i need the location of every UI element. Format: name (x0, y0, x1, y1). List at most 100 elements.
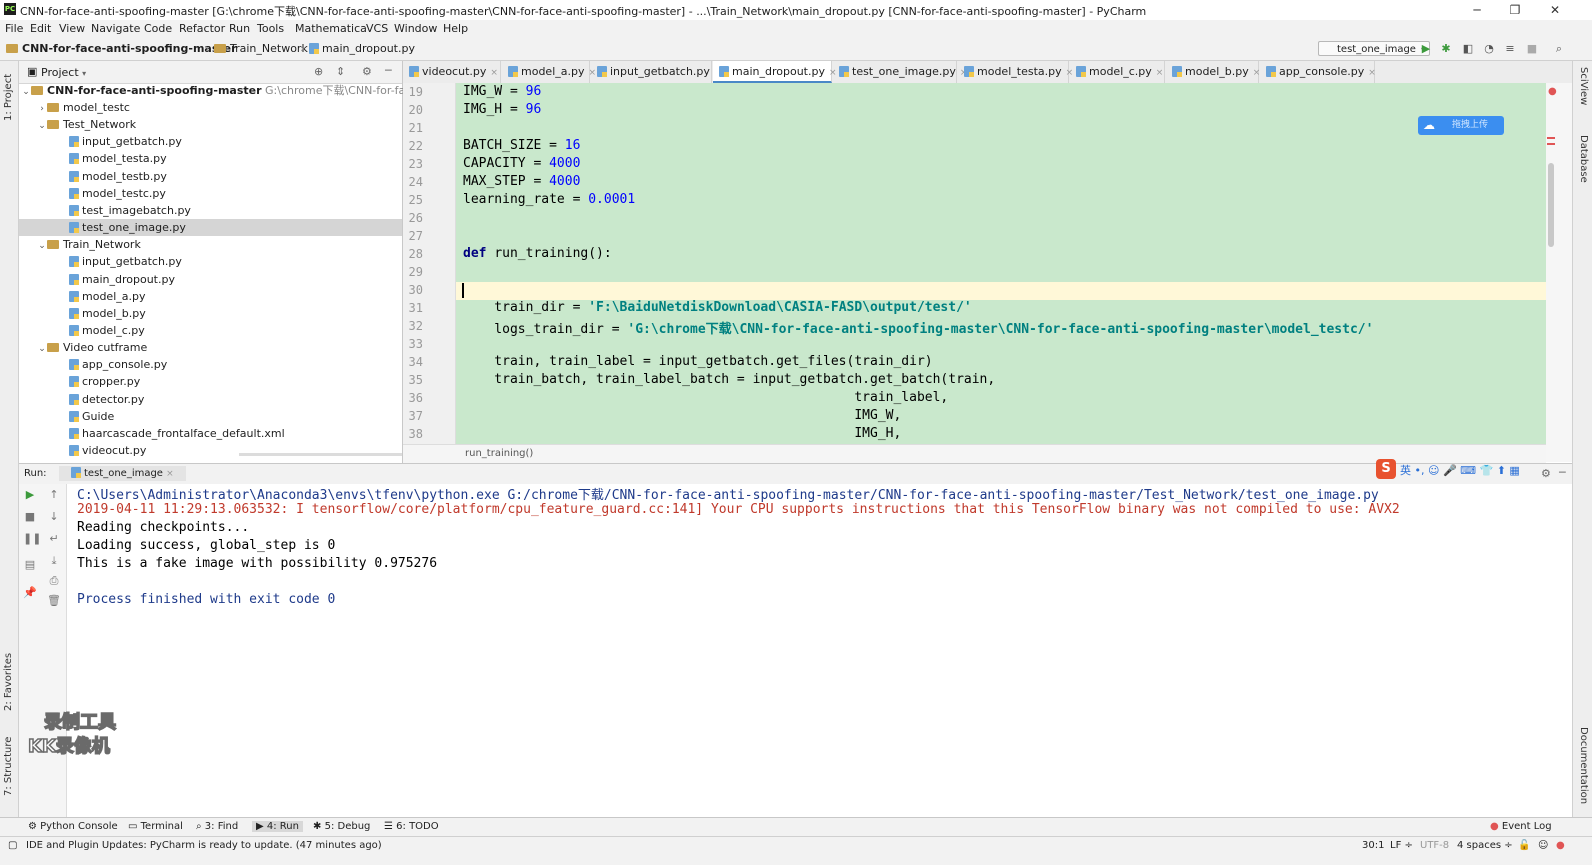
editor-tab[interactable]: input_getbatch.py× (591, 61, 721, 83)
error-icon[interactable]: ● (1556, 840, 1565, 851)
tree-file[interactable]: model_b.py (19, 305, 402, 322)
tree-root[interactable]: ⌄ CNN-for-face-anti-spoofing-master G:\ch… (19, 82, 453, 99)
menu-edit[interactable]: Edit (30, 22, 51, 35)
editor-tab[interactable]: model_a.py × (502, 61, 596, 83)
sciview-tool-button[interactable]: SciView (1578, 67, 1589, 105)
indent-setting[interactable]: 4 spaces ÷ (1457, 840, 1513, 851)
tree-file[interactable]: app_console.py (19, 356, 402, 373)
function-breadcrumb[interactable]: run_training() (465, 448, 533, 459)
tree-file[interactable]: model_testc.py (19, 185, 402, 202)
project-tool-button[interactable]: 1: Project (3, 74, 14, 121)
breadcrumb-root[interactable]: CNN-for-face-anti-spoofing-master (6, 42, 237, 55)
error-stripe-mark[interactable] (1547, 143, 1555, 145)
favorites-tool-button[interactable]: 2: Favorites (3, 653, 14, 711)
debug-icon[interactable]: ✱ (1440, 43, 1452, 55)
status-message[interactable]: IDE and Plugin Updates: PyCharm is ready… (26, 840, 382, 851)
gear-icon[interactable]: ⚙ (362, 65, 372, 78)
run-icon[interactable]: ▶ (1420, 43, 1432, 55)
run-tool-tab[interactable]: ▶ 4: Run (252, 821, 303, 832)
editor-scrollbar[interactable]: ● (1546, 83, 1572, 462)
structure-tool-button[interactable]: 7: Structure (3, 737, 14, 796)
menu-help[interactable]: Help (443, 22, 468, 35)
terminal-tab[interactable]: ▭ Terminal (128, 821, 183, 832)
documentation-tool-button[interactable]: Documentation (1578, 727, 1589, 804)
menu-refactor[interactable]: Refactor (179, 22, 225, 35)
tree-file[interactable]: model_testb.py (19, 168, 402, 185)
run-tab[interactable]: test_one_image × (59, 466, 186, 481)
lock-icon[interactable]: 🔓 (1518, 840, 1530, 851)
ime-toolbar[interactable]: S 英 •, ☺ 🎤 ⌨ 👕 ⬆ ▦ (1376, 459, 1546, 479)
file-encoding[interactable]: UTF-8 (1420, 840, 1449, 851)
scroll-to-end-icon[interactable]: ⤓ (47, 554, 61, 568)
menu-run[interactable]: Run (229, 22, 250, 35)
event-log-tab[interactable]: ● Event Log (1490, 821, 1552, 832)
find-tab[interactable]: ⌕ 3: Find (196, 821, 238, 832)
minimize-button[interactable]: ─ (1462, 1, 1492, 19)
menu-view[interactable]: View (59, 22, 85, 35)
close-button[interactable]: ✕ (1540, 1, 1570, 19)
editor-tab[interactable]: model_c.py × (1070, 61, 1165, 83)
breadcrumb-train-network[interactable]: Train_Network (214, 42, 308, 55)
sogou-ime-icon[interactable]: S (1376, 459, 1396, 479)
scrollbar-thumb[interactable] (1548, 163, 1554, 247)
tree-file[interactable]: test_one_image.py (19, 219, 402, 237)
tree-folder[interactable]: › model_testc (19, 99, 402, 116)
menu-navigate[interactable]: Navigate (91, 22, 140, 35)
hide-panel-icon[interactable]: ─ (385, 64, 392, 77)
down-arrow-icon[interactable]: ↓ (47, 510, 61, 524)
editor-tab[interactable]: model_testa.py × (958, 61, 1073, 83)
pause-icon[interactable]: ❚❚ (23, 532, 41, 546)
menu-code[interactable]: Code (144, 22, 172, 35)
restore-button[interactable]: ❐ (1500, 1, 1530, 19)
stop-icon[interactable]: ■ (1526, 43, 1538, 55)
run-console[interactable]: C:\Users\Administrator\Anaconda3\envs\tf… (67, 484, 1572, 817)
tree-file[interactable]: input_getbatch.py (19, 253, 402, 270)
horizontal-scrollbar[interactable] (239, 453, 402, 456)
editor-tab[interactable]: videocut.py × (403, 61, 501, 83)
tree-file[interactable]: detector.py (19, 391, 402, 408)
menu-mathematica[interactable]: Mathematica (295, 22, 367, 35)
tree-folder[interactable]: ⌄ Video cutframe (19, 339, 402, 356)
collapse-all-icon[interactable]: ⇕ (336, 65, 345, 78)
editor-tab[interactable]: app_console.py × (1260, 61, 1376, 83)
database-tool-button[interactable]: Database (1578, 135, 1589, 183)
locate-icon[interactable]: ⊕ (314, 65, 323, 78)
editor-tab[interactable]: main_dropout.py × (713, 61, 837, 83)
run-config-select[interactable]: test_one_image ▾ (1318, 41, 1430, 56)
profile-icon[interactable]: ◔ (1483, 43, 1495, 55)
code-editor[interactable]: IMG_W = 96 IMG_H = 96 BATCH_SIZE = 16 CAPAC… (456, 83, 1546, 444)
line-separator[interactable]: LF ÷ (1390, 840, 1413, 851)
stop-icon[interactable]: ■ (23, 510, 37, 524)
debug-tab[interactable]: ✱ 5: Debug (313, 821, 370, 832)
error-stripe-mark[interactable] (1547, 137, 1555, 139)
editor-tab[interactable]: model_b.py × (1166, 61, 1260, 83)
soft-wrap-icon[interactable]: ↵ (47, 532, 61, 546)
menu-tools[interactable]: Tools (257, 22, 284, 35)
print-icon[interactable]: ⎙ (47, 574, 61, 588)
pin-icon[interactable]: 📌 (23, 586, 37, 600)
tree-file[interactable]: Guide (19, 408, 402, 425)
coverage-icon[interactable]: ◧ (1462, 43, 1474, 55)
menu-window[interactable]: Window (394, 22, 437, 35)
python-console-tab[interactable]: ⚙ Python Console (28, 821, 118, 832)
inspector-icon[interactable]: ☺ (1538, 840, 1548, 851)
tree-file[interactable]: cropper.py (19, 373, 402, 390)
close-tab-icon[interactable]: × (1156, 68, 1164, 78)
tree-file[interactable]: main_dropout.py (19, 271, 402, 288)
menu-file[interactable]: File (5, 22, 23, 35)
tree-file[interactable]: model_c.py (19, 322, 402, 339)
close-tab-icon[interactable]: × (1368, 68, 1376, 78)
close-tab-icon[interactable]: × (490, 68, 498, 78)
trash-icon[interactable]: 🗑 (47, 594, 61, 608)
up-arrow-icon[interactable]: ↑ (47, 488, 61, 502)
caret-position[interactable]: 30:1 (1362, 840, 1384, 851)
upload-badge[interactable]: ☁ 拖拽上传 (1418, 116, 1504, 135)
tree-file[interactable]: model_a.py (19, 288, 402, 305)
tree-file[interactable]: haarcascade_frontalface_default.xml (19, 425, 402, 442)
error-indicator-icon[interactable]: ● (1548, 86, 1557, 97)
editor-tab[interactable]: test_one_image.py× (833, 61, 967, 83)
menu-vcs[interactable]: VCS (366, 22, 388, 35)
tree-folder[interactable]: ⌄ Train_Network (19, 236, 402, 253)
tree-file[interactable]: model_testa.py (19, 150, 402, 167)
todo-tab[interactable]: ☰ 6: TODO (384, 821, 439, 832)
